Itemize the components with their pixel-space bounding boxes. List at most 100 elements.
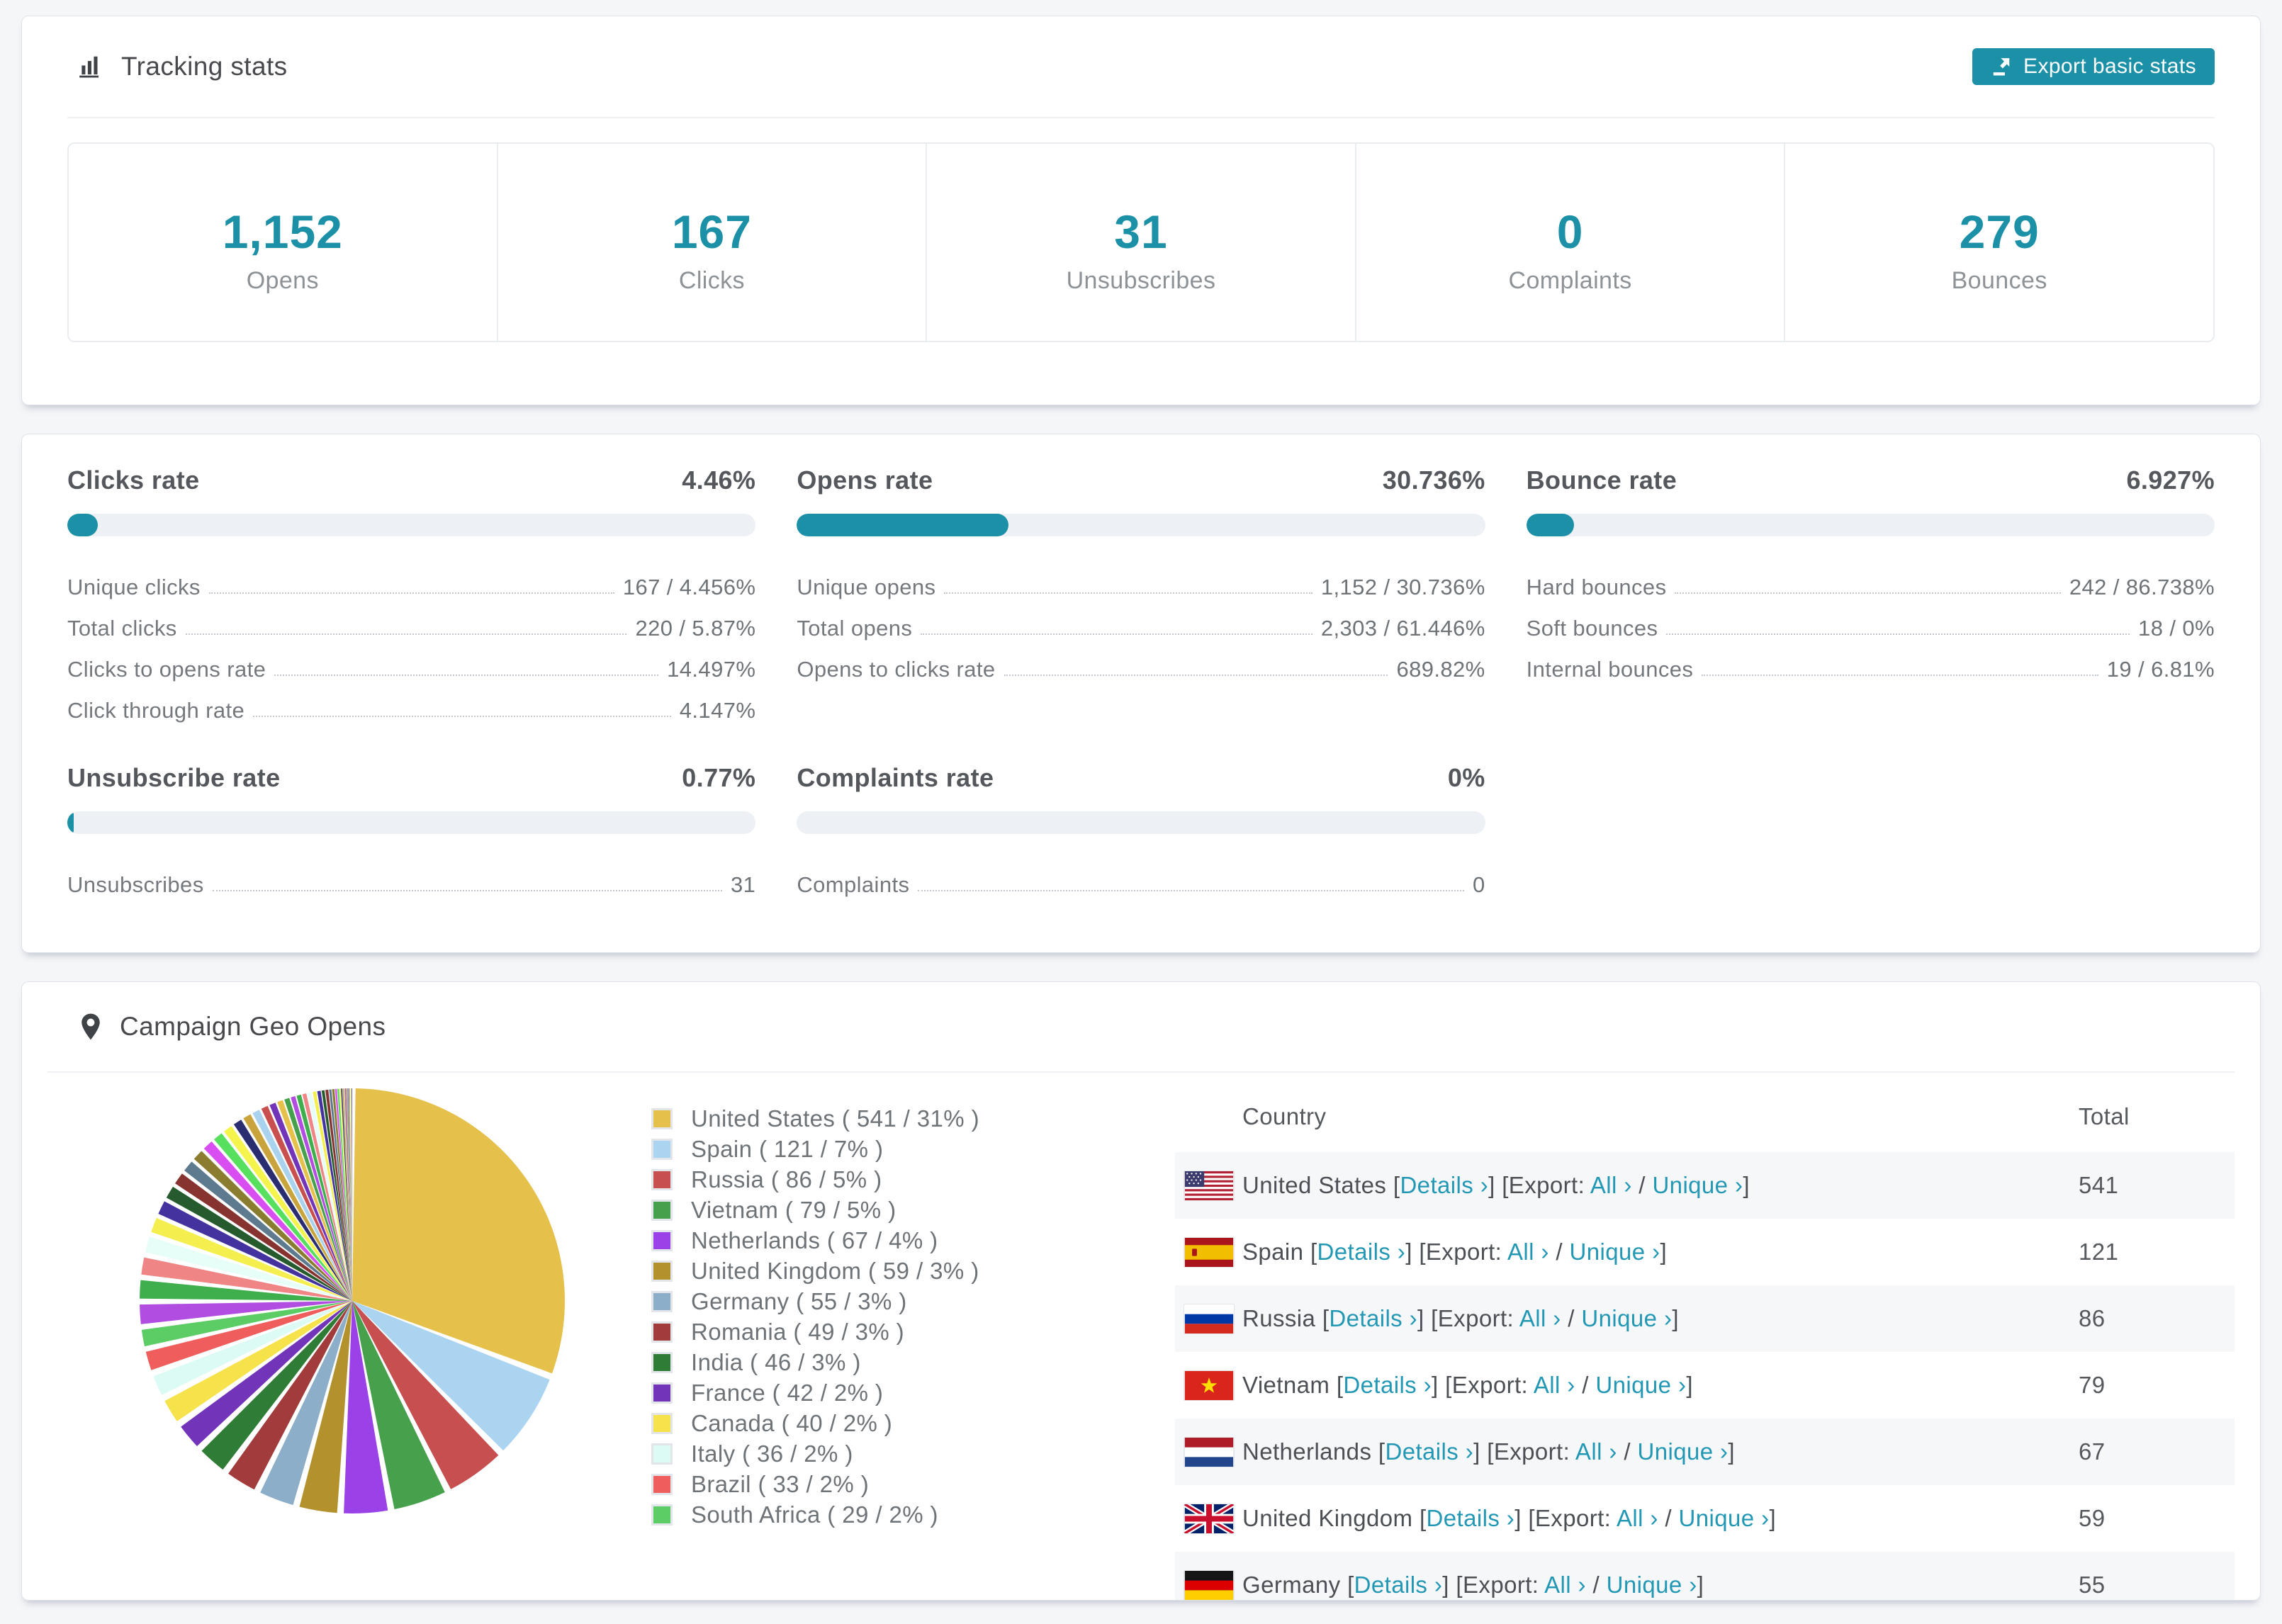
legend-item-india[interactable]: India ( 46 / 3% ): [651, 1347, 979, 1377]
rate-title: Clicks rate: [67, 466, 200, 495]
export-all-link[interactable]: All ›: [1617, 1505, 1658, 1531]
export-unique-link[interactable]: Unique ›: [1607, 1572, 1697, 1598]
export-all-link[interactable]: All ›: [1590, 1172, 1632, 1198]
geo-table-row-united-kingdom: United Kingdom [Details ›] [Export: All …: [1175, 1485, 2235, 1552]
legend-item-south-africa[interactable]: South Africa ( 29 / 2% ): [651, 1499, 979, 1530]
rate-row-label: Click through rate: [67, 698, 245, 723]
rate-progress-bar: [797, 811, 1485, 834]
page-title-text: Tracking stats: [121, 52, 288, 81]
legend-label: Russia ( 86 / 5% ): [691, 1166, 882, 1192]
rate-row-value: 1,152 / 30.736%: [1320, 575, 1485, 599]
export-unique-link[interactable]: Unique ›: [1637, 1438, 1728, 1465]
legend-item-spain[interactable]: Spain ( 121 / 7% ): [651, 1134, 979, 1164]
column-header-total: Total: [2079, 1103, 2130, 1129]
legend-item-vietnam[interactable]: Vietnam ( 79 / 5% ): [651, 1195, 979, 1225]
legend-item-united-states[interactable]: United States ( 541 / 31% ): [651, 1103, 979, 1134]
rate-value: 6.927%: [2126, 466, 2215, 495]
page-title: Tracking stats: [77, 52, 288, 81]
legend-swatch: [651, 1290, 673, 1312]
rate-rows: Unique clicks 167 / 4.456% Total clicks 220…: [67, 559, 755, 723]
export-all-link[interactable]: All ›: [1534, 1372, 1575, 1398]
rate-section-opens-rate: Opens rate 30.736% Unique opens 1,152 / 30.…: [797, 466, 1485, 723]
tracking-stats-header: Tracking stats Export basic stats: [67, 16, 2215, 117]
details-link[interactable]: Details ›: [1317, 1239, 1406, 1265]
legend-item-brazil[interactable]: Brazil ( 33 / 2% ): [651, 1469, 979, 1499]
export-all-link[interactable]: All ›: [1544, 1572, 1586, 1598]
column-header-country: Country: [1242, 1103, 1327, 1129]
legend-item-united-kingdom[interactable]: United Kingdom ( 59 / 3% ): [651, 1256, 979, 1286]
export-all-link[interactable]: All ›: [1575, 1438, 1617, 1465]
geo-content: United States ( 541 / 31% ) Spain ( 121 /…: [47, 1073, 2235, 1600]
dotted-leader: [274, 675, 659, 676]
rate-head: Clicks rate 4.46%: [67, 466, 755, 495]
details-link[interactable]: Details ›: [1400, 1172, 1488, 1198]
export-unique-link[interactable]: Unique ›: [1595, 1372, 1686, 1398]
details-link[interactable]: Details ›: [1354, 1572, 1443, 1598]
rate-row-value: 167 / 4.456%: [622, 575, 756, 599]
export-unique-link[interactable]: Unique ›: [1581, 1305, 1672, 1331]
rate-progress-fill: [797, 514, 1008, 536]
rate-rows: Unique opens 1,152 / 30.736% Total opens 2,…: [797, 559, 1485, 682]
stat-value: 0: [1556, 205, 1584, 258]
rate-value: 30.736%: [1382, 466, 1485, 495]
geo-opens-pie-chart[interactable]: [135, 1084, 569, 1518]
stat-box-clicks: 167 Clicks: [496, 144, 926, 341]
rate-row-click-through-rate: Click through rate 4.147%: [67, 682, 755, 723]
export-button-label: Export basic stats: [2023, 55, 2196, 78]
legend-item-germany[interactable]: Germany ( 55 / 3% ): [651, 1286, 979, 1316]
legend-swatch: [651, 1473, 673, 1495]
rate-progress-bar: [1526, 514, 2215, 536]
dotted-leader: [918, 890, 1464, 891]
geo-row-total: 55: [2079, 1572, 2106, 1598]
rate-head: Complaints rate 0%: [797, 763, 1485, 793]
flag-icon-de: [1184, 1569, 1235, 1600]
rate-section-bounce-rate: Bounce rate 6.927% Hard bounces 242 / 86.73…: [1526, 466, 2215, 723]
rate-row-value: 2,303 / 61.446%: [1320, 616, 1485, 641]
rate-section-clicks-rate: Clicks rate 4.46% Unique clicks 167 / 4.456…: [67, 466, 756, 723]
bar-chart-icon: [79, 56, 99, 78]
rate-title: Complaints rate: [797, 763, 994, 792]
export-unique-link[interactable]: Unique ›: [1679, 1505, 1770, 1531]
details-link[interactable]: Details ›: [1427, 1505, 1515, 1531]
flag-icon-es: [1184, 1236, 1235, 1268]
legend-swatch: [651, 1168, 673, 1190]
campaign-geo-opens-card: Campaign Geo Opens United States ( 541 /…: [21, 981, 2261, 1601]
rate-row-label: Total opens: [797, 616, 913, 641]
flag-icon-ru: [1184, 1303, 1235, 1334]
rate-head: Opens rate 30.736%: [797, 466, 1485, 495]
dotted-leader: [1004, 675, 1388, 676]
legend-item-canada[interactable]: Canada ( 40 / 2% ): [651, 1408, 979, 1438]
legend-label: France ( 42 / 2% ): [691, 1379, 884, 1406]
rate-row-label: Unique opens: [797, 575, 936, 599]
rate-section-unsubscribe-rate: Unsubscribe rate 0.77% Unsubscribes 31: [67, 763, 756, 898]
geo-table-body: United States [Details ›] [Export: All ›…: [1175, 1152, 2235, 1600]
dotted-leader: [212, 890, 723, 891]
export-all-link[interactable]: All ›: [1519, 1305, 1561, 1331]
rate-row-label: Opens to clicks rate: [797, 657, 996, 682]
rate-row-complaints: Complaints 0: [797, 857, 1485, 898]
legend-item-russia[interactable]: Russia ( 86 / 5% ): [651, 1164, 979, 1195]
legend-item-romania[interactable]: Romania ( 49 / 3% ): [651, 1316, 979, 1347]
export-icon: [1993, 58, 2010, 76]
stat-label: Complaints: [1508, 267, 1632, 294]
rate-value: 0%: [1447, 763, 1485, 792]
legend-label: Romania ( 49 / 3% ): [691, 1318, 905, 1345]
details-link[interactable]: Details ›: [1329, 1305, 1417, 1331]
details-link[interactable]: Details ›: [1385, 1438, 1473, 1465]
legend-label: United Kingdom ( 59 / 3% ): [691, 1257, 979, 1284]
rate-row-label: Hard bounces: [1526, 575, 1667, 599]
rate-row-value: 0: [1473, 872, 1485, 897]
legend-label: Netherlands ( 67 / 4% ): [691, 1227, 938, 1253]
export-basic-stats-button[interactable]: Export basic stats: [1972, 48, 2215, 85]
legend-item-france[interactable]: France ( 42 / 2% ): [651, 1377, 979, 1408]
rate-value: 4.46%: [682, 466, 756, 495]
details-link[interactable]: Details ›: [1343, 1372, 1432, 1398]
legend-item-netherlands[interactable]: Netherlands ( 67 / 4% ): [651, 1225, 979, 1256]
legend-item-italy[interactable]: Italy ( 36 / 2% ): [651, 1438, 979, 1469]
export-unique-link[interactable]: Unique ›: [1570, 1239, 1660, 1265]
tracking-stats-card: Tracking stats Export basic stats 1,152 O…: [21, 16, 2261, 405]
export-all-link[interactable]: All ›: [1507, 1239, 1549, 1265]
rate-row-unsubscribes: Unsubscribes 31: [67, 857, 755, 898]
dotted-leader: [1666, 633, 2130, 635]
export-unique-link[interactable]: Unique ›: [1652, 1172, 1743, 1198]
